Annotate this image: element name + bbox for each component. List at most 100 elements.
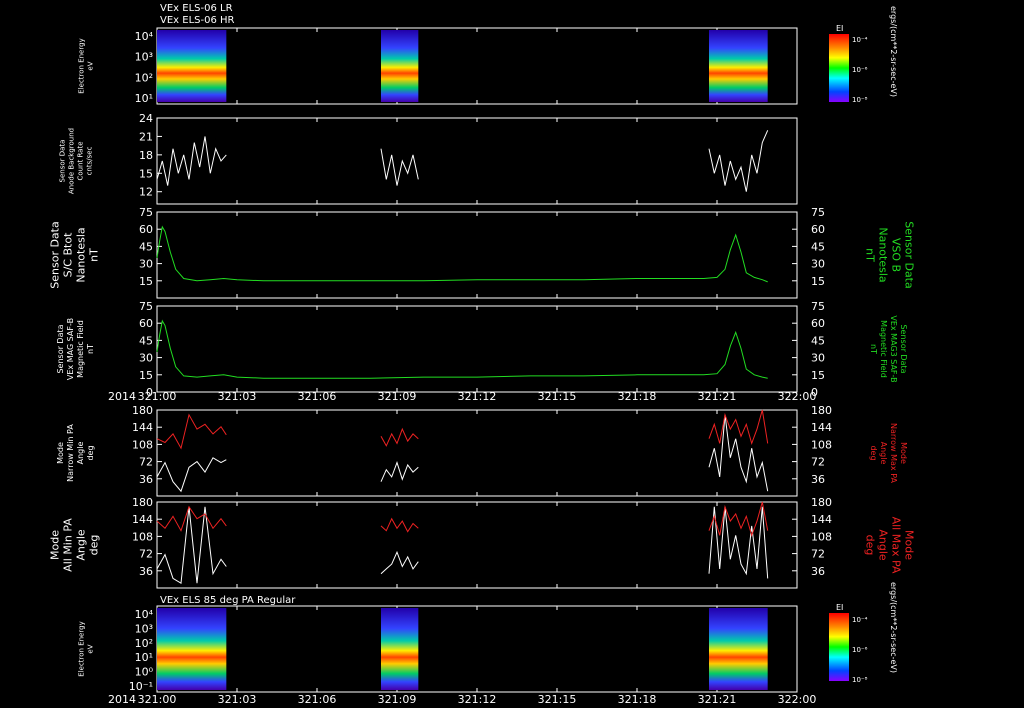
series-line-narrow-pa-0-0 — [156, 457, 227, 493]
ytick-label-right-narrow-pa-3: 72 — [811, 456, 825, 469]
ytick-label-els-spectrogram-top-3: 10¹ — [135, 92, 153, 105]
ylabel-all-pa-0: Mode — [49, 530, 62, 560]
series-line-narrow-pa-0-2 — [708, 414, 769, 492]
ytick-label-narrow-pa-1: 144 — [132, 421, 153, 434]
ytick-label-els-spectrogram-top-0: 10⁴ — [135, 30, 154, 43]
ytick-label-right-all-pa-2: 108 — [811, 530, 832, 543]
ylabel-right-narrow-pa-0: Mode — [899, 442, 908, 464]
panel-frame-background-count — [156, 117, 798, 205]
series-line-all-pa-1-2 — [708, 501, 769, 538]
xtick-label-1-4: 321:12 — [458, 693, 497, 706]
xtick-label-1-6: 321:18 — [618, 693, 657, 706]
xtick-label-0-8: 322:00 — [778, 390, 817, 403]
colorbar-top-tick-3: 10⁻⁸ — [852, 96, 868, 104]
ylabel-btot-3: nT — [88, 248, 101, 262]
ytick-label-els-spectrogram-bottom-3: 10¹ — [135, 651, 153, 664]
ytick-label-mag-saf-b-3: 30 — [139, 352, 153, 365]
colorbar-top-scale — [829, 34, 849, 102]
ytick-label-els-spectrogram-bottom-0: 10⁴ — [135, 608, 154, 621]
colorbar-top-label: EI — [836, 24, 843, 33]
ylabel-narrow-pa-2: Angle — [76, 442, 85, 465]
spectrogram-block-els-spectrogram-top-1 — [381, 30, 419, 102]
ytick-label-right-btot-1: 60 — [811, 223, 825, 236]
panel-frame-mag-saf-b — [156, 305, 798, 393]
colorbar-top-tick-1: 10⁻⁴ — [852, 36, 868, 44]
series-line-mag-saf-b — [156, 319, 768, 379]
ytick-label-els-spectrogram-top-1: 10³ — [135, 51, 153, 64]
ylabel-right-all-pa-1: All Max PA — [890, 517, 903, 574]
ylabel-right-mag-saf-b-3: nT — [869, 344, 878, 354]
ytick-label-els-spectrogram-bottom-2: 10² — [135, 637, 153, 650]
ylabel-narrow-pa-0: Mode — [56, 442, 65, 464]
xtick-label-0-5: 321:15 — [538, 390, 577, 403]
colorbar-bottom-tick-2: 10⁻⁶ — [852, 646, 868, 654]
ytick-label-right-btot-0: 75 — [811, 206, 825, 219]
ytick-label-els-spectrogram-bottom-5: 10⁻¹ — [129, 680, 153, 693]
spectrogram-block-els-spectrogram-bottom-2 — [709, 608, 768, 690]
panel-frame-all-pa — [156, 501, 798, 589]
year-label-1: 2014 — [108, 693, 136, 706]
ytick-label-right-all-pa-0: 180 — [811, 496, 832, 509]
ylabel-right-mag-saf-b-2: Magnetic Field — [879, 320, 888, 378]
ytick-label-right-narrow-pa-2: 108 — [811, 438, 832, 451]
colorbar-top: EI 10⁻⁴ 10⁻⁶ 10⁻⁸ ergs/(cm**2-sr-sec-eV) — [829, 6, 898, 104]
ylabel-all-pa-1: All Min PA — [62, 518, 75, 572]
ytick-label-narrow-pa-4: 36 — [139, 473, 153, 486]
ytick-label-all-pa-4: 36 — [139, 565, 153, 578]
ytick-label-all-pa-2: 108 — [132, 530, 153, 543]
panel-frame-narrow-pa — [156, 409, 798, 497]
panel-frame-els-spectrogram-top — [156, 27, 798, 105]
ylabel-right-mag-saf-b-0: Sensor Data — [899, 324, 908, 373]
ytick-label-narrow-pa-2: 108 — [132, 438, 153, 451]
colorbar-top-tick-2: 10⁻⁶ — [852, 66, 868, 74]
series-line-all-pa-0-1 — [380, 550, 419, 575]
ytick-label-narrow-pa-0: 180 — [132, 404, 153, 417]
ylabel-btot-1: S/C Btot — [62, 232, 75, 277]
colorbar-bottom-tick-1: 10⁻⁴ — [852, 616, 868, 624]
ytick-label-right-mag-saf-b-2: 45 — [811, 334, 825, 347]
xtick-label-1-5: 321:15 — [538, 693, 577, 706]
series-line-all-pa-1-1 — [380, 517, 419, 533]
ylabel-background-count-3: cnts/sec — [86, 146, 94, 175]
spectrogram-block-els-spectrogram-top-0 — [157, 30, 227, 102]
ytick-label-background-count-4: 12 — [139, 186, 153, 199]
series-line-all-pa-0-2 — [708, 506, 769, 579]
ytick-label-right-narrow-pa-0: 180 — [811, 404, 832, 417]
ylabel-narrow-pa-3: deg — [86, 445, 95, 460]
ytick-label-btot-1: 60 — [139, 223, 153, 236]
ytick-label-btot-3: 30 — [139, 258, 153, 271]
series-line-all-pa-1-0 — [156, 505, 227, 532]
xtick-label-1-1: 321:03 — [218, 693, 257, 706]
ytick-label-background-count-0: 24 — [139, 112, 153, 125]
ytick-label-background-count-3: 15 — [139, 167, 153, 180]
ytick-label-right-mag-saf-b-3: 30 — [811, 352, 825, 365]
ylabel-background-count-2: Count Rate — [77, 141, 85, 180]
ylabel-narrow-pa-1: Narrow Min PA — [66, 424, 75, 482]
ytick-label-right-btot-4: 15 — [811, 275, 825, 288]
panel-frame-els-spectrogram-bottom — [156, 605, 798, 693]
ylabel-right-all-pa-2: Angle — [877, 529, 890, 561]
spectrogram-block-els-spectrogram-top-2 — [709, 30, 768, 102]
ytick-label-mag-saf-b-1: 60 — [139, 317, 153, 330]
ytick-label-narrow-pa-3: 72 — [139, 456, 153, 469]
xtick-label-1-3: 321:09 — [378, 693, 417, 706]
year-label-0: 2014 — [108, 390, 136, 403]
ytick-label-background-count-2: 18 — [139, 149, 153, 162]
colorbar-bottom: EI 10⁻⁴ 10⁻⁶ 10⁻⁸ ergs/(cm**2-sr-sec-eV) — [829, 582, 898, 684]
ylabel-right-btot-3: nT — [864, 248, 877, 262]
colorbar-bottom-units: ergs/(cm**2-sr-sec-eV) — [889, 582, 898, 673]
header-line-2: VEx ELS-06 HR — [160, 15, 235, 26]
ytick-label-right-all-pa-4: 36 — [811, 565, 825, 578]
xtick-label-0-3: 321:09 — [378, 390, 417, 403]
ytick-label-els-spectrogram-top-2: 10² — [135, 71, 153, 84]
ylabel-right-btot-2: Nanotesla — [877, 227, 890, 282]
series-line-narrow-pa-1-1 — [380, 427, 419, 447]
xtick-label-0-7: 321:21 — [698, 390, 737, 403]
xtick-label-0-1: 321:03 — [218, 390, 257, 403]
ytick-label-right-narrow-pa-1: 144 — [811, 421, 832, 434]
ylabel-all-pa-3: deg — [88, 535, 101, 556]
ytick-label-right-btot-3: 30 — [811, 258, 825, 271]
ytick-label-mag-saf-b-0: 75 — [139, 300, 153, 313]
ytick-label-mag-saf-b-4: 15 — [139, 369, 153, 382]
footer-title: VEx ELS 85 deg PA Regular — [160, 595, 296, 606]
